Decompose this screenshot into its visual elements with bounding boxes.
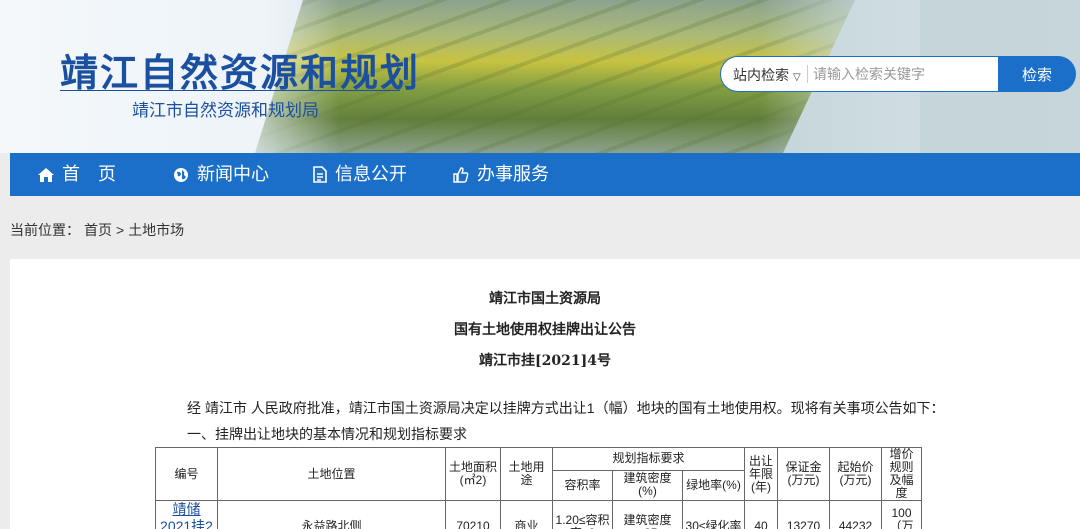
nav-label-services: 办事服务 (477, 164, 549, 184)
header-planning: 规划指标要求 (552, 447, 745, 471)
search-divider (807, 65, 808, 83)
chevron-down-icon: ▽ (793, 72, 801, 83)
search-box: 站内检索 ▽ 检索 (720, 56, 1076, 92)
cell-area: 70210 (445, 500, 501, 529)
search-input[interactable] (813, 63, 993, 85)
cell-increment: 100（万元） (881, 500, 922, 529)
cell-deposit: 13270 (777, 500, 830, 529)
article-heading-number: 靖江市挂[2021]4号 (479, 353, 611, 369)
article-intro: 经 靖江市 人民政府批准，靖江市国土资源局决定以挂牌方式出让1（幅）地块的国有土… (187, 400, 945, 416)
parcel-id-link[interactable]: 靖储2021挂2号 (160, 501, 213, 529)
article-section-heading: 一、挂牌出让地块的基本情况和规划指标要求 (187, 426, 467, 442)
header-increment: 增价规则及幅度 (881, 447, 922, 501)
article-heading-title: 国有土地使用权挂牌出让公告 (454, 322, 636, 338)
header-density: 建筑密度(%) (612, 469, 683, 502)
article-panel: 靖江市国土资源局 国有土地使用权挂牌出让公告 靖江市挂[2021]4号 经 靖江… (10, 259, 1080, 529)
site-subtitle: 靖江市自然资源和规划局 (132, 101, 319, 120)
nav-label-news: 新闻中心 (197, 164, 269, 184)
home-icon (38, 167, 54, 182)
breadcrumb-current[interactable]: 土地市场 (128, 222, 184, 238)
nav-item-disclosure[interactable]: 信息公开 (313, 153, 407, 196)
header-term: 出让年限(年) (744, 447, 778, 501)
header-start-price: 起始价(万元) (829, 447, 882, 501)
cell-location: 永益路北侧 (217, 500, 446, 529)
document-icon (313, 166, 327, 183)
breadcrumb-home-link[interactable]: 首页 (84, 222, 112, 238)
breadcrumb: 当前位置： 首页 > 土地市场 (10, 220, 188, 240)
nav-item-home[interactable]: 首 页 (38, 153, 116, 196)
header-use: 土地用途 (500, 447, 553, 501)
search-button[interactable]: 检索 (998, 56, 1076, 92)
nav-item-news[interactable]: 新闻中心 (173, 153, 269, 196)
nav-label-disclosure: 信息公开 (335, 164, 407, 184)
cell-term: 40 (744, 500, 778, 529)
search-scope-label: 站内检索 (733, 67, 789, 83)
header-deposit: 保证金(万元) (777, 447, 830, 501)
header-id: 编号 (155, 447, 218, 501)
header-location: 土地位置 (217, 447, 446, 501)
breadcrumb-prefix: 当前位置： (10, 222, 80, 238)
cell-use: 商业 (500, 500, 553, 529)
cell-green: 30≤绿化率 (682, 500, 745, 529)
search-scope-select[interactable]: 站内检索 ▽ (733, 65, 801, 85)
breadcrumb-separator: > (116, 222, 125, 238)
table-row: 靖储2021挂2号 永益路北侧 70210 商业 1.20≤容积率≤2 建筑密度… (155, 500, 922, 529)
cell-density: 建筑密度≤25 (612, 500, 683, 529)
globe-icon (174, 167, 188, 182)
nav-label-home: 首 页 (62, 164, 116, 184)
header-banner: 靖江自然资源和规划 靖江市自然资源和规划局 站内检索 ▽ 检索 (0, 0, 1080, 153)
cell-start-price: 44232 (829, 500, 882, 529)
thumbs-up-icon (453, 166, 469, 183)
main-nav: 首 页 新闻中心 信息公开 办事服务 (10, 153, 1080, 196)
header-far: 容积率 (552, 469, 613, 502)
cell-far: 1.20≤容积率≤2 (552, 500, 613, 529)
nav-item-services[interactable]: 办事服务 (453, 153, 549, 196)
land-info-table: 编号 土地位置 土地面积(㎡2) 土地用途 规划指标要求 出让年限(年) 保证金… (155, 447, 922, 529)
article-heading-authority: 靖江市国土资源局 (489, 291, 601, 307)
header-area: 土地面积(㎡2) (445, 447, 501, 501)
header-green: 绿地率(%) (682, 469, 745, 502)
site-title[interactable]: 靖江自然资源和规划 (60, 42, 420, 97)
title-divider (60, 90, 400, 91)
